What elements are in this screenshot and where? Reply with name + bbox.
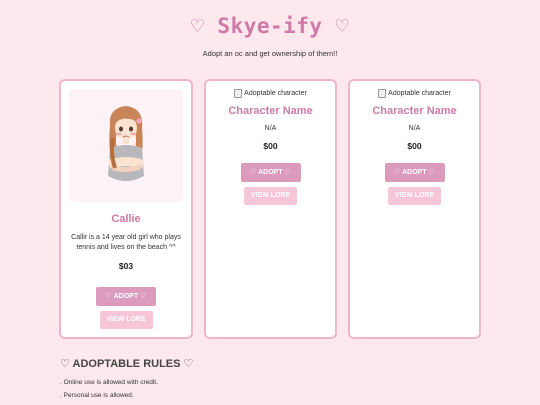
character-description: Callir is a 14 year old girl who plays t… bbox=[71, 234, 181, 251]
rules-section: ♡ ADOPTABLE RULES ♡ . Online use is allo… bbox=[60, 357, 193, 399]
character-description: N/A bbox=[408, 125, 421, 132]
rules-item: . Online use is allowed with credit. bbox=[60, 379, 158, 386]
adoptable-card: Adoptable character Character Name N/A $… bbox=[204, 79, 337, 339]
image-alt-text: Adoptable character bbox=[388, 90, 451, 97]
character-illustration bbox=[108, 106, 144, 182]
rules-title: ♡ ADOPTABLE RULES ♡ bbox=[60, 358, 194, 370]
adoptables-grid: Callie Callir is a 14 year old girl who … bbox=[59, 79, 481, 339]
view-lore-button[interactable]: VIEW LORE bbox=[244, 187, 297, 206]
character-price: $03 bbox=[118, 261, 134, 271]
character-price: $00 bbox=[407, 141, 422, 152]
adoptable-card: Callie Callir is a 14 year old girl who … bbox=[59, 79, 193, 339]
character-name: Character Name bbox=[228, 105, 313, 117]
view-lore-button[interactable]: VIEW LORE bbox=[388, 187, 441, 206]
adoptable-card: Adoptable character Character Name N/A $… bbox=[348, 79, 481, 339]
adopt-button[interactable]: ♡ ADOPT ♡ bbox=[96, 287, 156, 306]
site-header: ♡ Skye-ify ♡ Adopt an oc and get ownersh… bbox=[0, 0, 540, 58]
character-name: Callie bbox=[111, 213, 141, 226]
rules-item: . Personal use is allowed. bbox=[60, 392, 134, 399]
character-price: $00 bbox=[263, 141, 278, 152]
character-image bbox=[69, 89, 183, 203]
character-image: Adoptable character bbox=[234, 89, 307, 98]
view-lore-button[interactable]: VIEW LORE bbox=[99, 311, 153, 329]
character-image: Adoptable character bbox=[378, 89, 451, 98]
site-title: ♡ Skye-ify ♡ bbox=[191, 14, 349, 38]
broken-image-icon bbox=[378, 89, 387, 98]
adopt-button[interactable]: ♡ ADOPT ♡ bbox=[240, 163, 301, 183]
character-description: N/A bbox=[264, 125, 277, 132]
adopt-button[interactable]: ♡ ADOPT ♡ bbox=[384, 163, 445, 183]
image-alt-text: Adoptable character bbox=[244, 90, 307, 97]
site-tagline: Adopt an oc and get ownership of them!! bbox=[202, 49, 338, 58]
character-name: Character Name bbox=[372, 105, 457, 117]
broken-image-icon bbox=[234, 89, 243, 98]
